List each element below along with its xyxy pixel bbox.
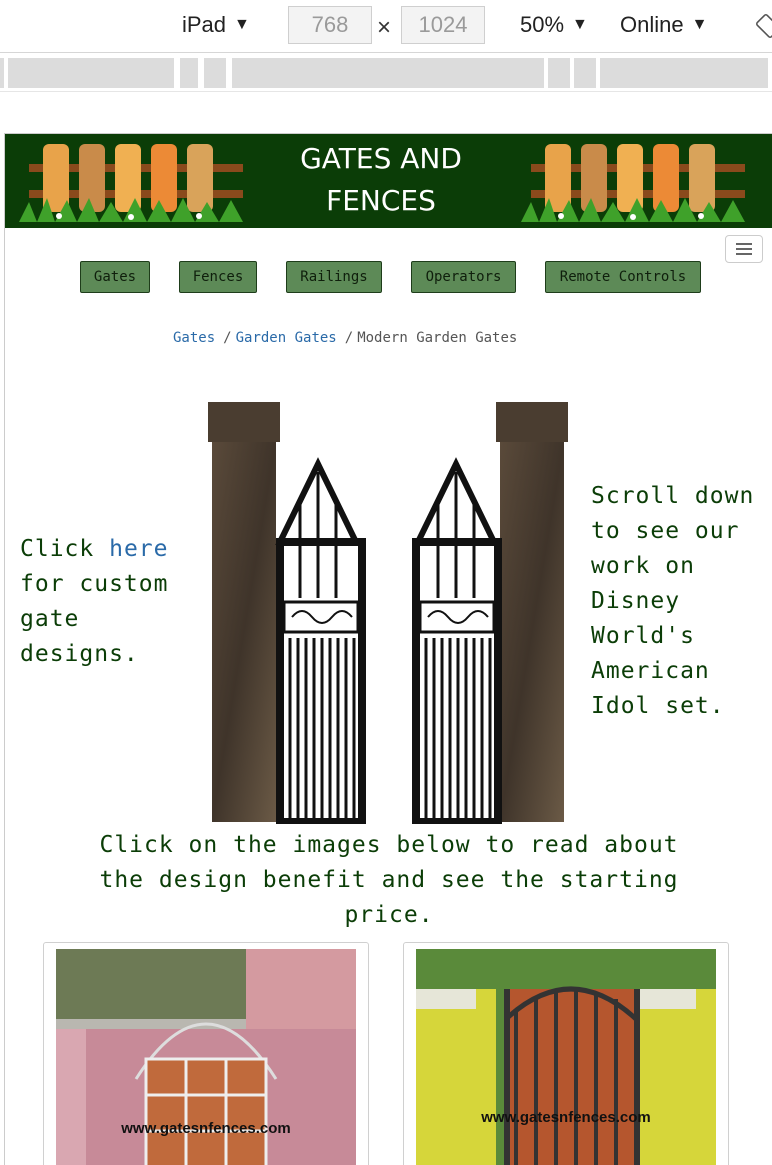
zoom-select[interactable]: 50% ▼ bbox=[520, 12, 588, 38]
chevron-down-icon: ▼ bbox=[234, 16, 250, 33]
nav-fences-button[interactable]: Fences bbox=[179, 261, 257, 293]
custom-gate-note-line: for custom bbox=[20, 571, 169, 597]
fence-logo-left bbox=[19, 138, 253, 222]
custom-gate-note: Click here for custom gate designs. bbox=[20, 532, 168, 672]
disney-note-line: Disney bbox=[591, 588, 681, 614]
gate-photo-1[interactable]: www.gatesnfences.com bbox=[56, 949, 356, 1165]
breadcrumb-link-gates[interactable]: Gates bbox=[173, 330, 215, 346]
intro-line: the design benefit and see the starting bbox=[99, 867, 679, 893]
site-title-line1: GATES AND bbox=[300, 142, 462, 175]
modern-garden-gate-image bbox=[208, 402, 568, 824]
rotate-icon[interactable] bbox=[756, 14, 772, 38]
media-query-segment[interactable] bbox=[600, 58, 768, 88]
gate-photo-2[interactable]: www.gatesnfences.com bbox=[416, 949, 716, 1165]
hamburger-menu-button[interactable] bbox=[725, 235, 763, 263]
hamburger-icon bbox=[736, 248, 752, 250]
hamburger-icon bbox=[736, 243, 752, 245]
breadcrumb: Gates / Garden Gates / Modern Garden Gates bbox=[173, 330, 517, 346]
intro-line: Click on the images below to read about bbox=[99, 832, 679, 858]
intro-text: Click on the images below to read about … bbox=[65, 828, 713, 933]
watermark-text: www.gatesnfences.com bbox=[480, 1109, 651, 1126]
site-title[interactable]: GATES AND FENCES bbox=[261, 138, 501, 222]
media-query-bar bbox=[0, 53, 772, 92]
chevron-down-icon: ▼ bbox=[691, 16, 708, 33]
media-query-segment[interactable] bbox=[574, 58, 596, 88]
disney-note-line: work on bbox=[591, 553, 695, 579]
disney-note: Scroll down to see our work on Disney Wo… bbox=[591, 479, 754, 724]
custom-gate-note-line: gate bbox=[20, 606, 80, 632]
custom-gate-note-prefix: Click bbox=[20, 536, 110, 562]
disney-note-line: World's bbox=[591, 623, 695, 649]
breadcrumb-current: Modern Garden Gates bbox=[357, 330, 518, 346]
device-select-label: iPad bbox=[182, 12, 227, 37]
media-query-segment[interactable] bbox=[548, 58, 570, 88]
site-header: GATES AND FENCES bbox=[5, 134, 772, 228]
gate-card-2[interactable]: www.gatesnfences.com bbox=[403, 942, 729, 1165]
disney-note-line: Scroll down bbox=[591, 483, 755, 509]
media-query-segment[interactable] bbox=[180, 58, 198, 88]
media-query-segment[interactable] bbox=[232, 58, 544, 88]
watermark-text: www.gatesnfences.com bbox=[120, 1120, 291, 1137]
viewport-width-input[interactable]: 768 bbox=[288, 6, 372, 44]
intro-line: price. bbox=[344, 902, 434, 928]
network-throttle-select[interactable]: Online ▼ bbox=[620, 12, 707, 38]
media-query-segment[interactable] bbox=[204, 58, 226, 88]
network-throttle-label: Online bbox=[620, 12, 684, 37]
disney-note-line: to see our bbox=[591, 518, 740, 544]
gate-card-1[interactable]: www.gatesnfences.com bbox=[43, 942, 369, 1165]
viewport-height-input[interactable]: 1024 bbox=[401, 6, 485, 44]
disney-note-line: Idol set. bbox=[591, 693, 725, 719]
devtools-device-toolbar: iPad ▼ 768 × 1024 50% ▼ Online ▼ bbox=[0, 0, 772, 53]
nav-operators-button[interactable]: Operators bbox=[411, 261, 516, 293]
fence-logo-right bbox=[521, 138, 755, 222]
site-title-line2: FENCES bbox=[326, 184, 436, 217]
chevron-down-icon: ▼ bbox=[572, 16, 588, 33]
breadcrumb-link-garden-gates[interactable]: Garden Gates bbox=[236, 330, 337, 346]
hamburger-icon bbox=[736, 253, 752, 255]
media-query-segment[interactable] bbox=[0, 58, 4, 88]
custom-gate-link[interactable]: here bbox=[109, 536, 168, 562]
nav-remote-controls-button[interactable]: Remote Controls bbox=[545, 261, 701, 293]
times-icon: × bbox=[377, 14, 392, 41]
nav-gates-button[interactable]: Gates bbox=[80, 261, 150, 293]
media-query-segment[interactable] bbox=[8, 58, 174, 88]
zoom-select-label: 50% bbox=[520, 12, 565, 37]
breadcrumb-separator: / bbox=[344, 330, 354, 346]
breadcrumb-separator: / bbox=[223, 330, 232, 346]
nav-railings-button[interactable]: Railings bbox=[286, 261, 382, 293]
device-viewport: GATES AND FENCES Gates Fences Railings O… bbox=[4, 133, 772, 1165]
disney-note-line: American bbox=[591, 658, 710, 684]
custom-gate-note-line: designs. bbox=[20, 641, 139, 667]
device-select[interactable]: iPad ▼ bbox=[182, 12, 250, 38]
